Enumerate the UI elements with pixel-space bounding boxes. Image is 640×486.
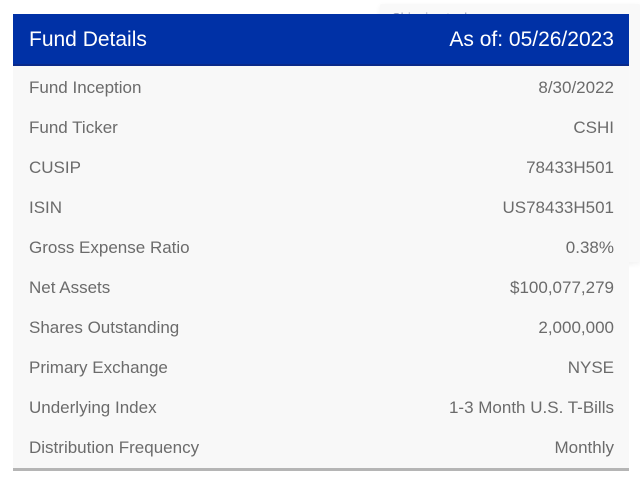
detail-label: ISIN (29, 198, 63, 217)
detail-value: 1-3 Month U.S. T-Bills (448, 398, 614, 417)
detail-value: CSHI (573, 118, 614, 137)
detail-value: US78433H501 (502, 198, 614, 217)
detail-row-gross-expense-ratio: Gross Expense Ratio 0.38% (13, 228, 629, 268)
detail-label: Shares Outstanding (29, 318, 180, 337)
card-bottom-divider (13, 468, 629, 471)
detail-row-fund-inception: Fund Inception 8/30/2022 (13, 68, 629, 108)
detail-value: Monthly (554, 438, 614, 457)
detail-value: 0.38% (565, 238, 614, 257)
detail-value: 8/30/2022 (538, 78, 614, 97)
detail-row-distribution-frequency: Distribution Frequency Monthly (13, 428, 629, 468)
detail-value: $100,077,279 (510, 278, 614, 297)
detail-row-isin: ISIN US78433H501 (13, 188, 629, 228)
detail-row-primary-exchange: Primary Exchange NYSE (13, 348, 629, 388)
detail-label: Gross Expense Ratio (29, 238, 190, 257)
page: Shipping tool Fund Details As of: 05/26/… (0, 0, 640, 486)
detail-row-underlying-index: Underlying Index 1-3 Month U.S. T-Bills (13, 388, 629, 428)
detail-row-net-assets: Net Assets $100,077,279 (13, 268, 629, 308)
fund-details-rows: Fund Inception 8/30/2022 Fund Ticker CSH… (13, 68, 629, 468)
detail-label: Fund Inception (29, 78, 142, 97)
detail-row-cusip: CUSIP 78433H501 (13, 148, 629, 188)
detail-label: Net Assets (29, 278, 111, 297)
fund-details-title: Fund Details (29, 28, 147, 51)
detail-value: NYSE (567, 358, 614, 377)
detail-label: CUSIP (29, 158, 81, 177)
detail-label: Distribution Frequency (29, 438, 200, 457)
as-of-date: As of: 05/26/2023 (449, 28, 614, 51)
detail-label: Primary Exchange (29, 358, 168, 377)
detail-label: Fund Ticker (29, 118, 118, 137)
detail-value: 78433H501 (526, 158, 614, 177)
fund-details-card: Fund Details As of: 05/26/2023 Fund Ince… (13, 14, 629, 471)
fund-details-header: Fund Details As of: 05/26/2023 (13, 14, 629, 66)
detail-row-shares-outstanding: Shares Outstanding 2,000,000 (13, 308, 629, 348)
detail-label: Underlying Index (29, 398, 157, 417)
detail-value: 2,000,000 (538, 318, 614, 337)
detail-row-fund-ticker: Fund Ticker CSHI (13, 108, 629, 148)
